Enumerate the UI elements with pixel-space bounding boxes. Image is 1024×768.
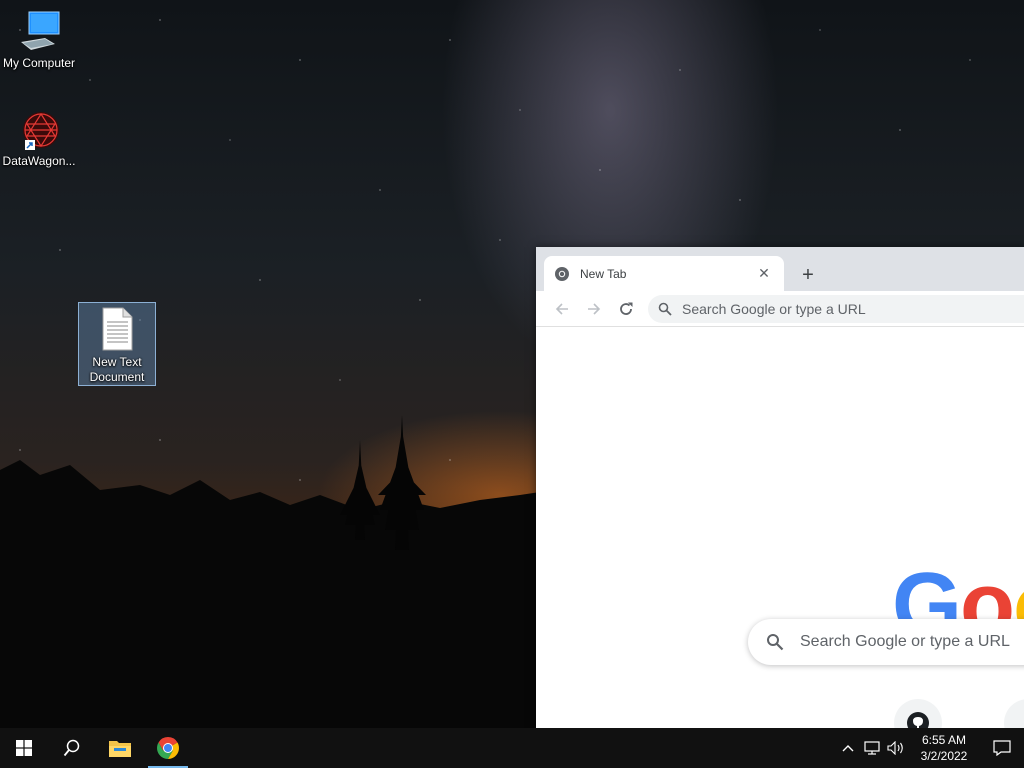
arrow-right-icon xyxy=(588,302,601,315)
tab-strip: New Tab ✕ + xyxy=(536,247,1024,291)
start-button[interactable] xyxy=(0,728,48,768)
text-document-icon xyxy=(102,307,133,351)
ntp-search-placeholder: Search Google or type a URL xyxy=(800,633,1010,650)
wallpaper-silhouette xyxy=(0,415,540,730)
file-explorer-icon xyxy=(109,741,131,757)
network-button[interactable] xyxy=(860,728,884,768)
computer-icon xyxy=(21,11,60,50)
browser-toolbar: Search Google or type a URL xyxy=(536,291,1024,327)
desktop-icon-datawagon[interactable]: DataWagon... xyxy=(0,106,78,169)
show-hidden-icons-button[interactable] xyxy=(836,728,860,768)
search-icon xyxy=(658,302,672,316)
desktop-icon-new-text-document[interactable]: New Text Document xyxy=(78,302,156,386)
tab-title: New Tab xyxy=(580,266,627,281)
file-explorer-button[interactable] xyxy=(96,728,144,768)
desktop-icon-my-computer[interactable]: My Computer xyxy=(0,8,78,71)
chevron-up-icon xyxy=(842,745,854,752)
tab-new-tab[interactable]: New Tab ✕ xyxy=(544,256,784,291)
taskbar-clock[interactable]: 6:55 AM 3/2/2022 xyxy=(908,732,980,764)
network-icon xyxy=(864,741,880,755)
clock-date: 3/2/2022 xyxy=(920,749,968,763)
omnibox-placeholder: Search Google or type a URL xyxy=(682,300,866,317)
ntp-search-box[interactable]: Search Google or type a URL xyxy=(748,619,1024,665)
chrome-taskbar-button[interactable] xyxy=(144,728,192,768)
action-center-button[interactable] xyxy=(980,728,1024,768)
desktop-icon-label: DataWagon... xyxy=(2,154,76,168)
chrome-icon xyxy=(157,737,179,759)
search-icon xyxy=(63,739,80,757)
github-icon xyxy=(907,712,929,728)
chrome-favicon-icon xyxy=(555,266,569,281)
windows-start-icon xyxy=(16,740,32,756)
reload-button[interactable] xyxy=(610,294,642,324)
new-tab-page: Goo Search Google or type a URL xyxy=(536,327,1024,728)
new-tab-button[interactable]: + xyxy=(794,261,822,289)
shortcut-tile[interactable] xyxy=(1004,699,1024,728)
desktop-icon-label: My Computer xyxy=(2,56,76,70)
back-button[interactable] xyxy=(546,294,578,324)
taskbar-search-button[interactable] xyxy=(48,728,96,768)
arrow-left-icon xyxy=(555,302,568,315)
search-icon xyxy=(767,634,784,651)
taskbar: 6:55 AM 3/2/2022 xyxy=(0,728,1024,768)
datawagon-icon xyxy=(23,112,59,150)
close-tab-button[interactable]: ✕ xyxy=(754,264,774,284)
system-tray: 6:55 AM 3/2/2022 xyxy=(836,728,1024,768)
omnibox[interactable]: Search Google or type a URL xyxy=(648,294,1024,323)
volume-button[interactable] xyxy=(884,728,908,768)
forward-button[interactable] xyxy=(578,294,610,324)
chrome-window: New Tab ✕ + Search Google or type a URL … xyxy=(536,247,1024,728)
volume-icon xyxy=(887,741,903,755)
notification-icon xyxy=(993,740,1011,756)
reload-icon xyxy=(620,302,633,315)
shortcut-tile-github[interactable] xyxy=(894,699,942,728)
desktop-icon-label: New Text Document xyxy=(89,355,145,384)
clock-time: 6:55 AM xyxy=(921,733,967,747)
